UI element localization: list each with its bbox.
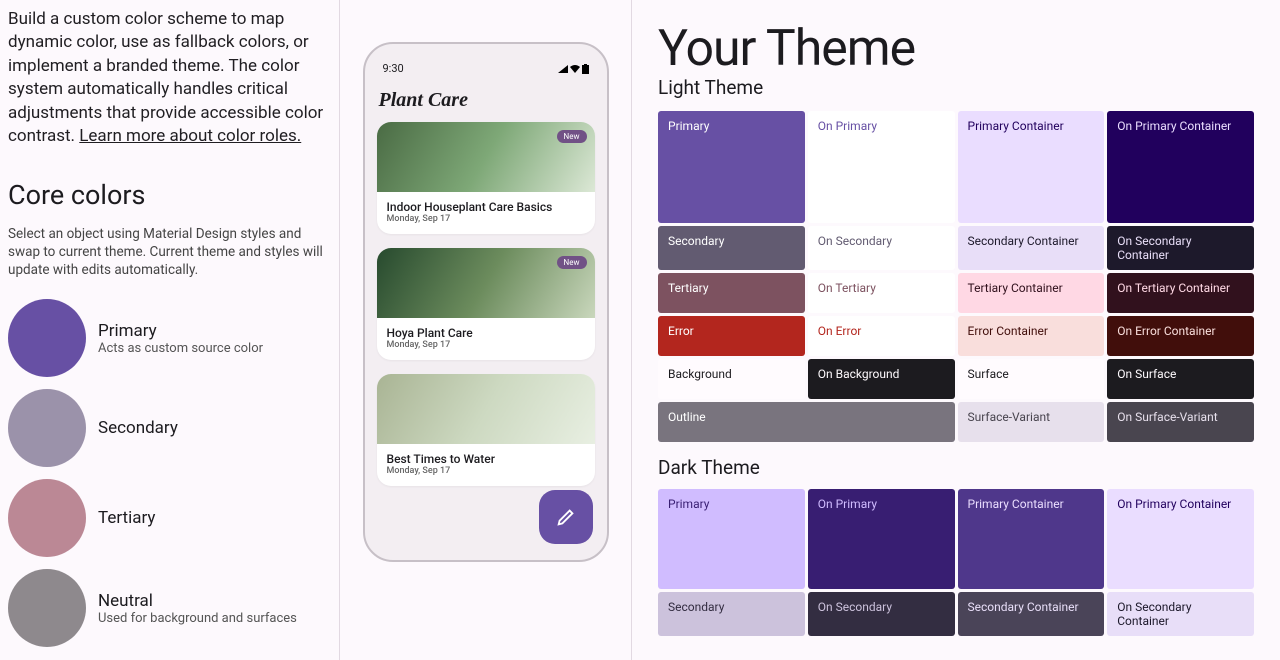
theme-panel: Your Theme Light Theme PrimaryOn Primary… — [632, 0, 1280, 660]
swatch-label: Neutral — [98, 591, 297, 611]
color-role-cell[interactable]: Secondary Container — [958, 226, 1105, 270]
color-role-cell[interactable]: On Background — [808, 359, 955, 399]
phone-app-title: Plant Care — [379, 89, 593, 112]
learn-more-link[interactable]: Learn more about color roles. — [79, 126, 301, 146]
color-role-cell[interactable]: On Secondary — [808, 592, 955, 636]
card-body: Indoor Houseplant Care BasicsMonday, Sep… — [377, 192, 595, 234]
color-role-cell[interactable]: On Surface-Variant — [1107, 402, 1254, 442]
swatch-label: Secondary — [98, 418, 178, 438]
color-role-cell[interactable]: On Error Container — [1107, 316, 1254, 356]
swatch-text: NeutralUsed for background and surfaces — [98, 591, 297, 626]
core-swatch-neutral[interactable]: NeutralUsed for background and surfaces — [8, 569, 325, 647]
phone-statusbar: 9:30 — [377, 54, 595, 79]
swatch-desc: Acts as custom source color — [98, 341, 263, 356]
color-role-cell[interactable]: On Primary — [808, 489, 955, 589]
color-role-cell[interactable]: On Tertiary Container — [1107, 273, 1254, 313]
color-role-cell[interactable]: On Tertiary — [808, 273, 955, 313]
color-role-cell[interactable]: Primary — [658, 111, 805, 223]
pencil-icon — [555, 506, 577, 528]
card-title: Indoor Houseplant Care Basics — [387, 200, 585, 214]
preview-panel: 9:30 Plant Care New Indoor Houseplant Car… — [340, 0, 632, 660]
left-panel: Build a custom color scheme to map dynam… — [0, 0, 340, 660]
swatch-desc: Used for background and surfaces — [98, 611, 297, 626]
color-role-cell[interactable]: On Surface — [1107, 359, 1254, 399]
light-theme-grid: PrimaryOn PrimaryPrimary ContainerOn Pri… — [658, 111, 1254, 442]
color-role-cell[interactable]: On Primary Container — [1107, 111, 1254, 223]
color-role-cell[interactable]: Primary Container — [958, 111, 1105, 223]
card-date: Monday, Sep 17 — [387, 214, 585, 224]
core-swatch-primary[interactable]: PrimaryActs as custom source color — [8, 299, 325, 377]
core-swatch-secondary[interactable]: Secondary — [8, 389, 325, 467]
swatch-text: PrimaryActs as custom source color — [98, 321, 263, 356]
color-role-cell[interactable]: Primary — [658, 489, 805, 589]
core-colors-subtitle: Select an object using Material Design s… — [8, 225, 325, 280]
theme-title: Your Theme — [658, 20, 1254, 78]
color-role-cell[interactable]: Surface-Variant — [958, 402, 1105, 442]
color-role-cell[interactable]: On Secondary — [808, 226, 955, 270]
signal-icon — [558, 65, 568, 73]
core-colors-heading: Core colors — [8, 179, 325, 211]
phone-mockup: 9:30 Plant Care New Indoor Houseplant Car… — [363, 42, 609, 562]
color-role-cell[interactable]: Secondary — [658, 592, 805, 636]
card-body: Best Times to WaterMonday, Sep 17 — [377, 444, 595, 486]
swatch-text: Secondary — [98, 418, 178, 438]
color-role-cell[interactable]: Secondary — [658, 226, 805, 270]
card-title: Best Times to Water — [387, 452, 585, 466]
fab-compose[interactable] — [539, 490, 593, 544]
color-role-cell[interactable]: On Error — [808, 316, 955, 356]
color-role-cell[interactable]: Background — [658, 359, 805, 399]
card-date: Monday, Sep 17 — [387, 340, 585, 350]
statusbar-icons — [558, 62, 589, 75]
color-role-cell[interactable]: Secondary Container — [958, 592, 1105, 636]
card-image: New — [377, 122, 595, 192]
card-date: Monday, Sep 17 — [387, 466, 585, 476]
dark-theme-label: Dark Theme — [658, 456, 1254, 479]
dark-theme-grid: PrimaryOn PrimaryPrimary ContainerOn Pri… — [658, 489, 1254, 636]
swatch-circle — [8, 569, 86, 647]
swatch-text: Tertiary — [98, 508, 155, 528]
phone-card[interactable]: Best Times to WaterMonday, Sep 17 — [377, 374, 595, 486]
card-title: Hoya Plant Care — [387, 326, 585, 340]
swatch-circle — [8, 479, 86, 557]
battery-icon — [582, 64, 589, 74]
phone-card[interactable]: New Indoor Houseplant Care BasicsMonday, … — [377, 122, 595, 234]
card-body: Hoya Plant CareMonday, Sep 17 — [377, 318, 595, 360]
phone-card-list: NewIndoor Houseplant Care BasicsMonday, … — [377, 122, 595, 486]
swatch-circle — [8, 389, 86, 467]
color-role-cell[interactable]: Tertiary — [658, 273, 805, 313]
statusbar-time: 9:30 — [383, 62, 404, 75]
color-role-cell[interactable]: Outline — [658, 402, 955, 442]
color-role-cell[interactable]: On Secondary Container — [1107, 226, 1254, 270]
core-swatch-list: PrimaryActs as custom source color Second… — [8, 299, 325, 647]
card-image — [377, 374, 595, 444]
color-role-cell[interactable]: Tertiary Container — [958, 273, 1105, 313]
swatch-label: Primary — [98, 321, 263, 341]
intro-text: Build a custom color scheme to map dynam… — [8, 8, 325, 149]
color-role-cell[interactable]: Error Container — [958, 316, 1105, 356]
wifi-icon — [570, 65, 580, 73]
color-role-cell[interactable]: On Secondary Container — [1107, 592, 1254, 636]
color-role-cell[interactable]: On Primary — [808, 111, 955, 223]
light-theme-label: Light Theme — [658, 76, 1254, 99]
color-role-cell[interactable]: Error — [658, 316, 805, 356]
new-badge: New — [557, 256, 587, 269]
new-badge: New — [557, 130, 587, 143]
core-swatch-tertiary[interactable]: Tertiary — [8, 479, 325, 557]
phone-card[interactable]: New Hoya Plant CareMonday, Sep 17 — [377, 248, 595, 360]
card-image: New — [377, 248, 595, 318]
swatch-label: Tertiary — [98, 508, 155, 528]
color-role-cell[interactable]: Surface — [958, 359, 1105, 399]
color-role-cell[interactable]: On Primary Container — [1107, 489, 1254, 589]
color-role-cell[interactable]: Primary Container — [958, 489, 1105, 589]
swatch-circle — [8, 299, 86, 377]
